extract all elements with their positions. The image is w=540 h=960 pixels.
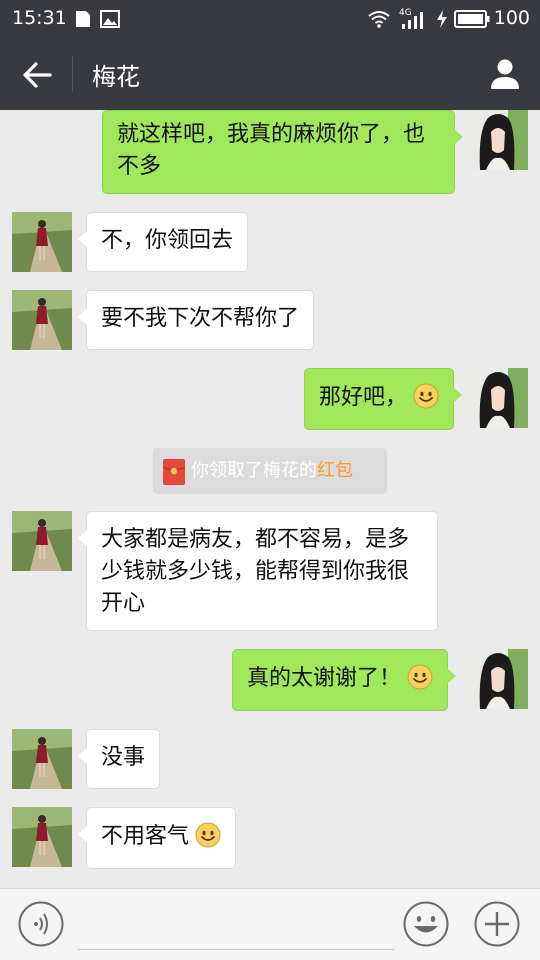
charging-icon: [437, 10, 447, 28]
message-text: 大家都是病友，都不容易，是多少钱就多少钱，能帮得到你我很开心: [101, 527, 410, 616]
message-input[interactable]: [78, 903, 394, 950]
wifi-icon: [368, 11, 390, 28]
red-packet-link[interactable]: 红包: [317, 460, 353, 481]
red-packet-icon: [163, 459, 185, 485]
contact-avatar[interactable]: [12, 729, 72, 789]
message-bubble-outgoing[interactable]: 真的太谢谢了！: [232, 649, 457, 711]
my-avatar[interactable]: [468, 110, 528, 170]
header-divider: [72, 56, 73, 92]
smiley-emoji-icon: [413, 383, 439, 409]
message-text: 不，你领回去: [101, 228, 234, 253]
contact-avatar[interactable]: [12, 290, 72, 350]
more-options-plus-icon[interactable]: [474, 901, 520, 947]
my-avatar[interactable]: [468, 368, 528, 428]
notice-text: 你领取了梅花的: [191, 460, 317, 481]
smiley-emoji-icon: [407, 664, 433, 690]
contact-avatar[interactable]: [12, 807, 72, 867]
message-text: 没事: [101, 745, 146, 770]
battery-percentage: 100: [493, 7, 530, 29]
emoji-picker-icon[interactable]: [403, 901, 449, 947]
battery-icon: [454, 10, 490, 28]
message-text: 要不我下次不帮你了: [101, 306, 300, 331]
contact-avatar[interactable]: [12, 212, 72, 272]
message-text: 就这样吧，我真的麻烦你了，也不多: [117, 122, 426, 179]
smiley-emoji-icon: [195, 822, 221, 848]
back-arrow-icon[interactable]: [20, 58, 54, 92]
sim-card-icon: [76, 11, 90, 27]
message-text: 真的太谢谢了！: [247, 666, 402, 691]
message-bubble-incoming[interactable]: 大家都是病友，都不容易，是多少钱就多少钱，能帮得到你我很开心: [78, 511, 438, 631]
message-text: 那好吧，: [319, 385, 408, 410]
message-bubble-incoming[interactable]: 要不我下次不帮你了: [77, 290, 315, 350]
message-bubble-incoming[interactable]: 不，你领回去: [77, 212, 249, 272]
message-text: 不用客气: [101, 824, 190, 849]
message-bubble-incoming[interactable]: 不用客气: [77, 807, 237, 869]
message-bubble-outgoing[interactable]: 就这样吧，我真的麻烦你了，也不多: [102, 110, 463, 194]
chat-title: 梅花: [92, 63, 140, 91]
status-time: 15:31: [12, 7, 67, 29]
contact-profile-icon[interactable]: [488, 56, 522, 90]
chat-header: 梅花: [0, 38, 540, 110]
status-bar: 15:31 4G 100: [0, 0, 540, 38]
contact-avatar[interactable]: [12, 511, 72, 571]
image-icon: [100, 10, 120, 28]
message-bubble-outgoing[interactable]: 那好吧，: [304, 368, 463, 430]
voice-input-icon[interactable]: [18, 901, 64, 947]
my-avatar[interactable]: [468, 649, 528, 709]
signal-icon: [402, 12, 423, 29]
red-packet-notice: 你领取了梅花的红包: [153, 448, 387, 494]
input-bar: [0, 888, 540, 960]
message-list[interactable]: 就这样吧，我真的麻烦你了，也不多 不，你领回去 要不我下次不帮你了 那好吧， 你…: [0, 110, 540, 888]
message-bubble-incoming[interactable]: 没事: [77, 729, 161, 789]
